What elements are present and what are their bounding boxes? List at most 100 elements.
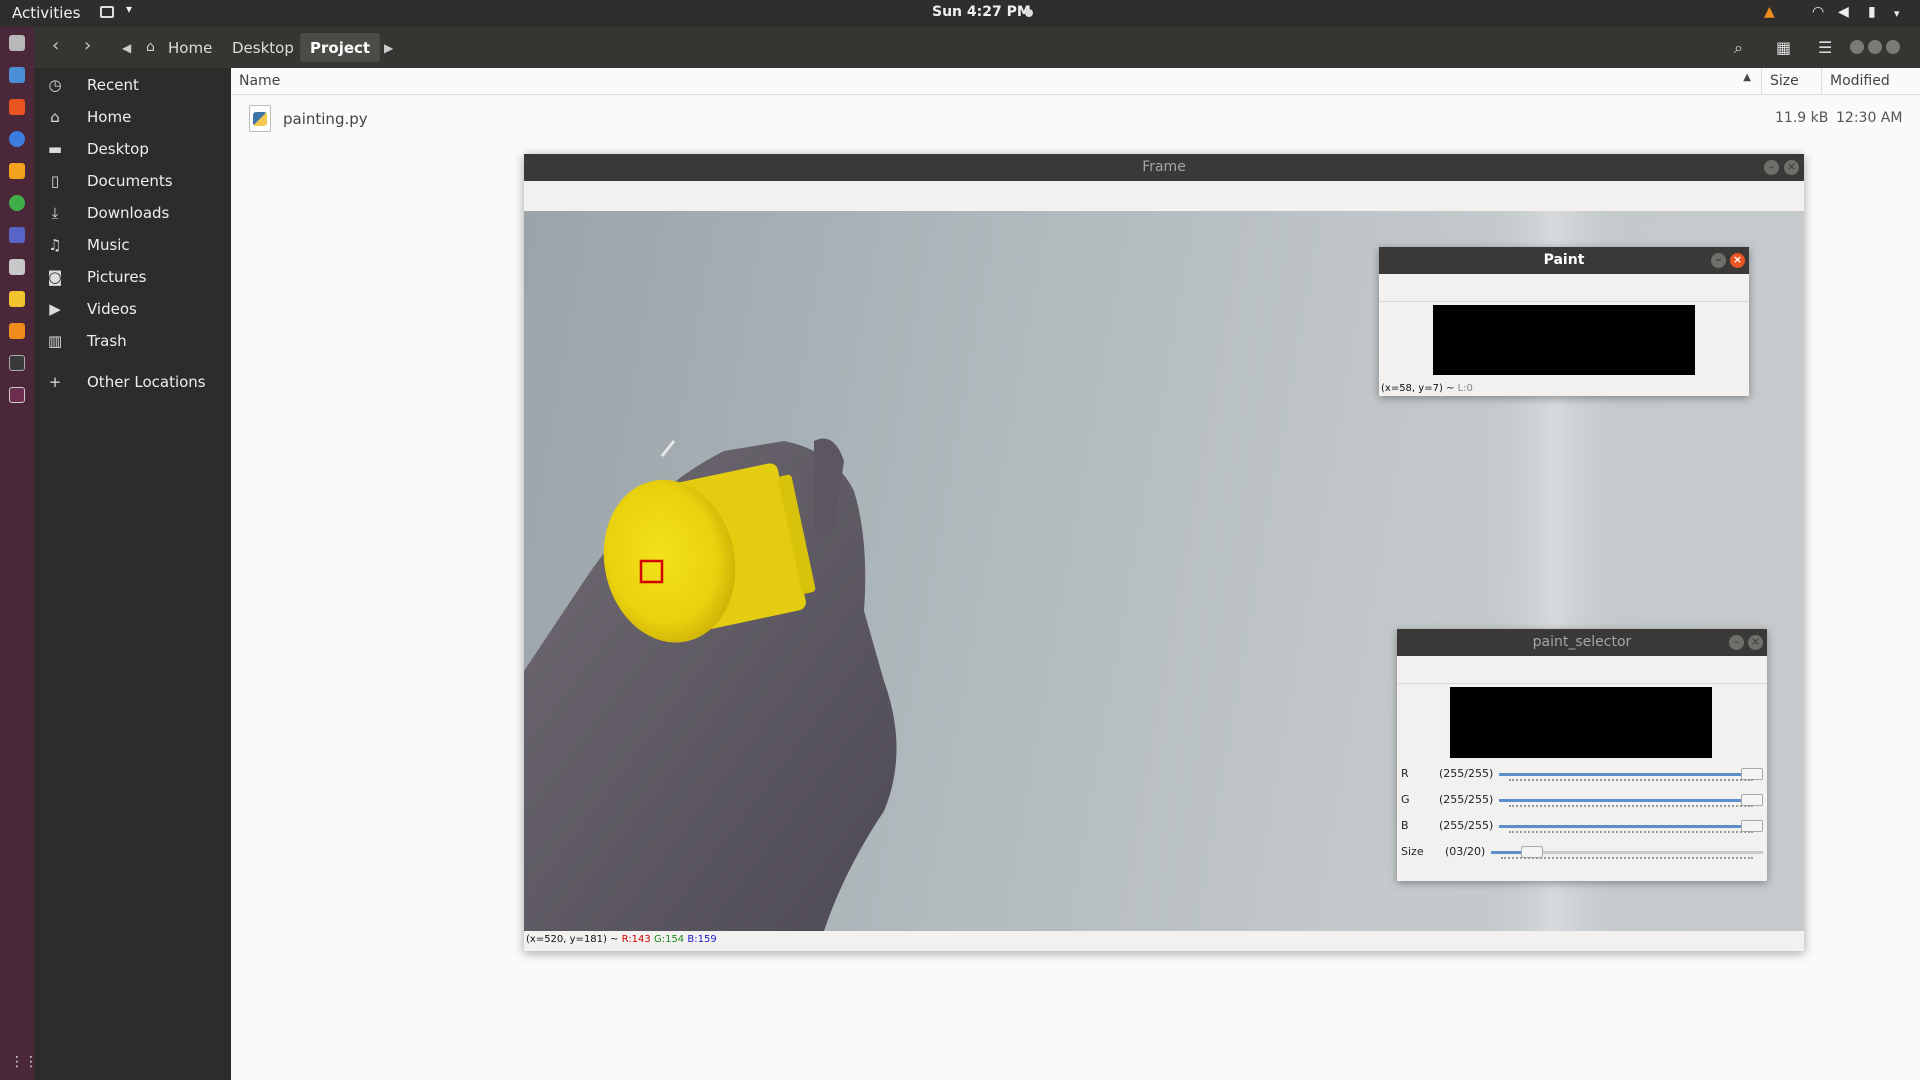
maximize-icon[interactable] (1868, 40, 1882, 54)
files-app-icon[interactable] (9, 35, 25, 51)
document-icon: ▯ (50, 172, 60, 190)
trackbar-label: Size (1401, 845, 1424, 858)
files-header-bar: ‹ › ◀ ⌂ Home Desktop Project ▶ ⌕ ▦ ☰ (34, 27, 1920, 68)
close-icon[interactable] (1886, 40, 1900, 54)
sidebar-item-label: Videos (87, 300, 137, 318)
close-icon[interactable]: × (1730, 253, 1745, 268)
trackbar-value: (255/255) (1439, 819, 1494, 832)
paint-canvas[interactable] (1433, 305, 1695, 375)
image-viewer-icon[interactable] (9, 259, 25, 275)
sidebar-item-label: Trash (87, 332, 127, 350)
wifi-icon[interactable]: ◠ (1812, 4, 1824, 20)
plus-icon: + (48, 373, 62, 391)
file-modified: 12:30 AM (1836, 110, 1903, 126)
python-file-icon (249, 105, 271, 132)
forward-arrow-icon[interactable]: › (84, 37, 91, 55)
close-icon[interactable]: × (1784, 160, 1799, 175)
search-icon[interactable]: ⌕ (1734, 38, 1743, 58)
chrome-icon[interactable] (9, 131, 25, 147)
trackbar-ticks (1509, 805, 1753, 808)
vlc-tray-icon[interactable]: ▲ (1764, 4, 1775, 20)
breadcrumb-desktop[interactable]: Desktop (222, 33, 304, 62)
sidebar-item-other-locations[interactable]: + Other Locations (34, 368, 231, 398)
trackbar-size[interactable]: Size (03/20) (1397, 841, 1767, 863)
back-arrow-icon[interactable]: ‹ (52, 37, 59, 55)
column-header-name[interactable]: Name ▲ (231, 68, 1761, 95)
window-title: Paint (1543, 252, 1585, 268)
sidebar-item-videos[interactable]: ▶ Videos (34, 295, 231, 325)
terminal-icon[interactable] (9, 355, 25, 371)
volume-icon[interactable]: ◀ (1838, 4, 1849, 20)
folder-icon: ▬ (47, 140, 63, 158)
frame-status-bar: (x=520, y=181) ~ R:143 G:154 B:159 (526, 934, 717, 945)
activities-button[interactable]: Activities (12, 4, 80, 22)
sidebar-item-recent[interactable]: ◷ Recent (34, 71, 231, 101)
file-row[interactable]: painting.py 11.9 kB 12:30 AM (231, 101, 1920, 137)
column-header-size[interactable]: Size (1761, 68, 1821, 95)
trackbar-g[interactable]: G (255/255) (1397, 789, 1767, 811)
breadcrumb-right-icon[interactable]: ▶ (384, 39, 393, 57)
cursor-coords: (x=520, y=181) ~ (526, 934, 622, 945)
window-title: Frame (1142, 159, 1186, 175)
sublime-icon[interactable] (9, 163, 25, 179)
sidebar-item-label: Other Locations (87, 373, 206, 391)
system-menu-chevron-icon[interactable]: ▾ (1894, 7, 1900, 20)
text-editor-icon[interactable] (9, 67, 25, 83)
sidebar-item-label: Documents (87, 172, 173, 190)
trackbar-rail[interactable] (1499, 820, 1763, 832)
paint-window: Paint – × (x=58, y=7) ~ L:0 (1379, 247, 1749, 396)
app-menu-icon[interactable] (100, 6, 114, 18)
trackbar-rail[interactable] (1499, 768, 1763, 780)
grid-view-icon[interactable]: ▦ (1776, 38, 1791, 57)
selector-titlebar[interactable]: paint_selector – × (1397, 629, 1767, 656)
close-icon[interactable]: × (1748, 635, 1763, 650)
trackbar-r[interactable]: R (255/255) (1397, 763, 1767, 785)
breadcrumb-project[interactable]: Project (300, 33, 381, 62)
minimize-icon[interactable]: – (1729, 635, 1744, 650)
clock[interactable]: Sun 4:27 PM (932, 4, 1031, 20)
sidebar-item-label: Home (87, 108, 132, 126)
video-icon: ▶ (49, 300, 61, 318)
trackbar-value: (255/255) (1439, 793, 1494, 806)
home-icon: ⌂ (50, 108, 60, 126)
trackbar-ticks (1509, 831, 1753, 834)
dock: ⋮⋮ (0, 27, 38, 1080)
discord-icon[interactable] (9, 227, 25, 243)
window-title: paint_selector (1532, 634, 1632, 650)
breadcrumb-home[interactable]: Home (158, 33, 222, 62)
color-preview (1450, 687, 1712, 758)
trackbar-b[interactable]: B (255/255) (1397, 815, 1767, 837)
trackbar-rail[interactable] (1499, 794, 1763, 806)
python-window-icon[interactable] (9, 387, 25, 403)
minimize-icon[interactable] (1850, 40, 1864, 54)
trackbar-ticks (1501, 857, 1753, 860)
minimize-icon[interactable]: – (1711, 253, 1726, 268)
column-header-label: Name (239, 73, 281, 89)
software-center-icon[interactable] (9, 99, 25, 115)
menu-icon[interactable]: ☰ (1818, 38, 1832, 57)
home-crumb-icon: ⌂ (146, 39, 155, 55)
paint-titlebar[interactable]: Paint – × (1379, 247, 1749, 274)
sidebar-item-trash[interactable]: ▥ Trash (34, 327, 231, 357)
file-name: painting.py (283, 110, 368, 128)
sidebar-item-documents[interactable]: ▯ Documents (34, 167, 231, 197)
sidebar-item-music[interactable]: ♫ Music (34, 231, 231, 261)
frame-titlebar[interactable]: Frame – × (524, 154, 1804, 181)
sidebar-item-desktop[interactable]: ▬ Desktop (34, 135, 231, 165)
vlc-icon[interactable] (9, 323, 25, 339)
trackbar-rail[interactable] (1491, 846, 1763, 858)
file-size: 11.9 kB (1775, 110, 1829, 126)
app-menu-chevron-icon[interactable]: ▾ (126, 2, 132, 16)
spotify-icon[interactable] (9, 195, 25, 211)
paint-status-bar: (x=58, y=7) ~ L:0 (1381, 383, 1473, 394)
column-header-modified[interactable]: Modified (1821, 68, 1920, 95)
sidebar-item-home[interactable]: ⌂ Home (34, 103, 231, 133)
sidebar-item-pictures[interactable]: ◙ Pictures (34, 263, 231, 293)
minimize-icon[interactable]: – (1764, 160, 1779, 175)
breadcrumb-left-icon[interactable]: ◀ (122, 39, 131, 57)
battery-icon[interactable]: ▮ (1868, 4, 1876, 20)
cursor-coords: (x=58, y=7) ~ (1381, 383, 1458, 394)
notes-icon[interactable] (9, 291, 25, 307)
sidebar-item-label: Desktop (87, 140, 149, 158)
sidebar-item-downloads[interactable]: ⤓ Downloads (34, 199, 231, 229)
